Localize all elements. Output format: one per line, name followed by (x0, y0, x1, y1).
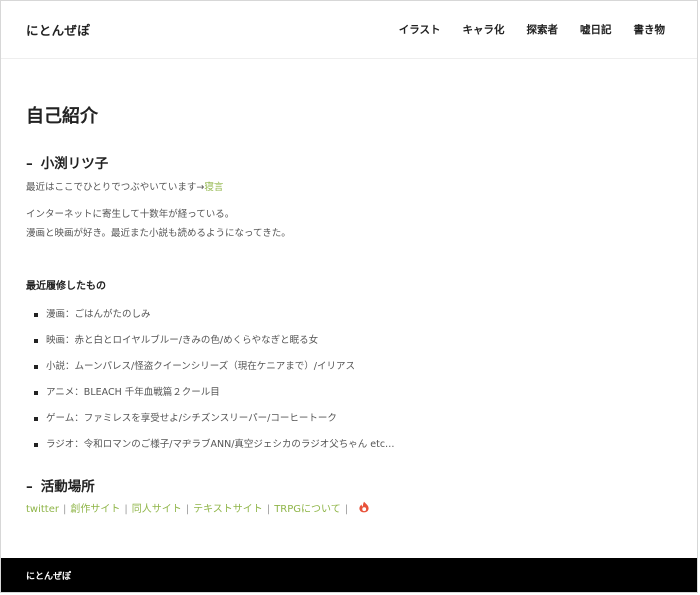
list-item: 漫画：ごはんがたのしみ (34, 308, 672, 321)
list-item: 映画：赤と白とロイヤルブルー/きみの色/めくらやなぎと眠る女 (34, 334, 672, 347)
history-list: 漫画：ごはんがたのしみ 映画：赤と白とロイヤルブルー/きみの色/めくらやなぎと眠… (34, 308, 672, 451)
site-footer: にとんぜぽ (1, 558, 697, 592)
list-item-text: 映画：赤と白とロイヤルブルー/きみの色/めくらやなぎと眠る女 (46, 335, 319, 346)
bio-paragraph: インターネットに寄生して十数年が経っている。 漫画と映画が好き。最近また小説も読… (26, 205, 672, 243)
list-item-text: 小説：ムーンパレス/怪盗クイーンシリーズ（現在ケニアまで）/イリアス (46, 361, 355, 372)
trpg-link[interactable]: TRPGについて (274, 502, 341, 518)
activity-links: twitter | 創作サイト | 同人サイト | テキストサイト | TRPG… (26, 501, 672, 518)
bullet-icon (34, 338, 38, 343)
history-heading: 最近履修したもの (26, 281, 106, 292)
fire-icon[interactable] (358, 501, 370, 513)
site-title-link[interactable]: にとんぜぽ (26, 20, 90, 39)
text-site-link[interactable]: テキストサイト (193, 502, 263, 518)
nav-item-illust[interactable]: イラスト (399, 22, 441, 37)
creative-site-link[interactable]: 創作サイト (70, 502, 120, 518)
list-item: アニメ：BLEACH 千年血戦篇２クール目 (34, 386, 672, 399)
nav-item-writings[interactable]: 書き物 (634, 22, 666, 37)
link-separator: | (344, 504, 349, 515)
footer-site-title: にとんぜぽ (26, 571, 72, 582)
list-item-text: アニメ：BLEACH 千年血戦篇２クール目 (46, 387, 220, 398)
link-separator: | (124, 504, 128, 515)
heading-dash: – (26, 156, 33, 172)
heading-dash: – (26, 479, 33, 495)
activity-heading-text: 活動場所 (40, 479, 95, 495)
site-header: にとんぜぽ イラスト キャラ化 探索者 嘘日記 書き物 (1, 1, 697, 59)
bullet-icon (34, 416, 38, 421)
main-content: 自己紹介 – 小渕リツ子 最近はここでひとりでつぶやいています→寝言 インターネッ… (1, 105, 697, 518)
bullet-icon (34, 390, 38, 395)
doujin-site-link[interactable]: 同人サイト (132, 502, 182, 518)
intro-text: 最近はここでひとりでつぶやいています→ (26, 182, 205, 193)
sleep-talk-link[interactable]: 寝言 (204, 182, 223, 193)
nav-item-character[interactable]: キャラ化 (463, 22, 505, 37)
list-item-text: 漫画：ごはんがたのしみ (46, 309, 151, 320)
profile-name: 小渕リツ子 (40, 156, 109, 172)
bullet-icon (34, 364, 38, 369)
bullet-icon (34, 442, 38, 447)
page-title: 自己紹介 (26, 106, 98, 127)
list-item-text: ゲーム：ファミレスを享受せよ/シチズンスリーパー/コーヒートーク (46, 413, 337, 424)
intro-paragraph: 最近はここでひとりでつぶやいています→寝言 (26, 178, 672, 197)
twitter-link[interactable]: twitter (26, 502, 59, 518)
nav-item-fake-diary[interactable]: 嘘日記 (580, 22, 612, 37)
bullet-icon (34, 312, 38, 317)
link-separator: | (185, 504, 190, 515)
nav-item-investigator[interactable]: 探索者 (527, 22, 559, 37)
global-nav: イラスト キャラ化 探索者 嘘日記 書き物 (399, 22, 665, 37)
list-item: ゲーム：ファミレスを享受せよ/シチズンスリーパー/コーヒートーク (34, 412, 672, 425)
bio-line-1: インターネットに寄生して十数年が経っている。 (26, 209, 235, 220)
activity-heading: – 活動場所 (26, 478, 672, 496)
link-separator: | (266, 504, 271, 515)
list-item-text: ラジオ：令和ロマンのご様子/マヂラブANN/真空ジェシカのラジオ父ちゃん etc… (46, 439, 395, 450)
page: にとんぜぽ イラスト キャラ化 探索者 嘘日記 書き物 自己紹介 – 小渕リツ子 … (0, 0, 698, 593)
list-item: ラジオ：令和ロマンのご様子/マヂラブANN/真空ジェシカのラジオ父ちゃん etc… (34, 438, 672, 451)
profile-heading: – 小渕リツ子 (26, 155, 672, 173)
link-separator: | (62, 504, 67, 515)
bio-line-2: 漫画と映画が好き。最近また小説も読めるようになってきた。 (26, 228, 291, 239)
list-item: 小説：ムーンパレス/怪盗クイーンシリーズ（現在ケニアまで）/イリアス (34, 360, 672, 373)
